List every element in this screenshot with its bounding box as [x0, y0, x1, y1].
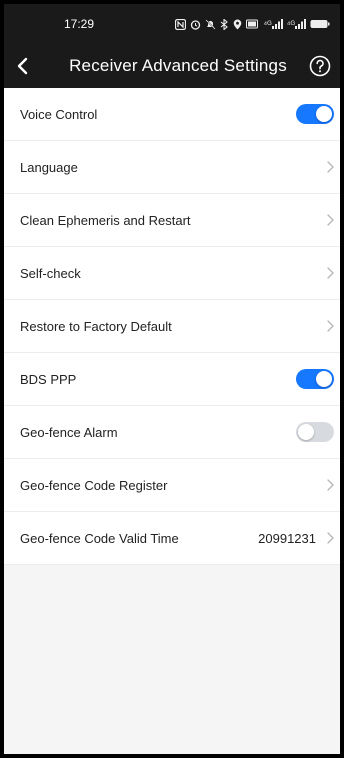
- screen: 17:29 ⁴ᴳ ⁴ᴳ Receiver Advanced Settings V…: [4, 4, 340, 754]
- signal-icon: ⁴ᴳ: [263, 19, 283, 29]
- setting-row[interactable]: Geo-fence Alarm: [4, 406, 340, 459]
- nfc-icon: [175, 18, 187, 30]
- toggle-switch[interactable]: [296, 104, 334, 124]
- page-title: Receiver Advanced Settings: [69, 56, 287, 75]
- chevron-right-icon: [320, 161, 340, 173]
- chevron-right-icon: [320, 320, 340, 332]
- help-button[interactable]: [306, 52, 334, 80]
- setting-label: Geo-fence Code Valid Time: [20, 530, 179, 546]
- setting-row[interactable]: Self-check: [4, 247, 340, 300]
- signal-label: ⁴ᴳ: [263, 19, 272, 29]
- setting-label: Voice Control: [20, 106, 98, 122]
- status-bar: 17:29 ⁴ᴳ ⁴ᴳ: [4, 4, 340, 44]
- location-icon: [233, 19, 242, 30]
- chevron-right-icon: [320, 214, 340, 226]
- setting-label: Geo-fence Alarm: [20, 424, 118, 440]
- setting-row[interactable]: Clean Ephemeris and Restart: [4, 194, 340, 247]
- battery-saver-icon: [246, 19, 259, 29]
- setting-row[interactable]: Voice Control: [4, 88, 340, 141]
- status-icons: ⁴ᴳ ⁴ᴳ: [134, 18, 330, 30]
- setting-row[interactable]: Geo-fence Code Valid Time 20991231: [4, 512, 340, 565]
- signal-icon: ⁴ᴳ: [287, 19, 306, 29]
- chevron-left-icon: [17, 57, 28, 75]
- status-time: 17:29: [64, 17, 95, 31]
- setting-row[interactable]: Language: [4, 141, 340, 194]
- setting-row[interactable]: BDS PPP: [4, 353, 340, 406]
- setting-label: Geo-fence Code Register: [20, 477, 168, 493]
- setting-row[interactable]: Geo-fence Code Register: [4, 459, 340, 512]
- toggle-knob: [316, 371, 332, 387]
- setting-label: Clean Ephemeris and Restart: [20, 212, 191, 228]
- chevron-right-icon: [320, 267, 340, 279]
- setting-label: Restore to Factory Default: [20, 318, 172, 334]
- setting-label: Language: [20, 159, 78, 175]
- back-button[interactable]: [16, 52, 44, 80]
- chevron-right-icon: [320, 479, 340, 491]
- mute-icon: [205, 19, 216, 30]
- signal-label: ⁴ᴳ: [286, 19, 295, 29]
- settings-list: Voice Control Language Clean Ephemeris and…: [4, 88, 340, 565]
- setting-value: 20991231: [258, 530, 316, 546]
- help-circle-icon: [309, 55, 331, 77]
- chevron-right-icon: [320, 532, 340, 544]
- toggle-switch[interactable]: [296, 422, 334, 442]
- bluetooth-icon: [220, 18, 229, 30]
- toggle-knob: [298, 424, 314, 440]
- toggle-knob: [316, 106, 332, 122]
- alarm-icon: [190, 19, 201, 30]
- setting-row[interactable]: Restore to Factory Default: [4, 300, 340, 353]
- toggle-switch[interactable]: [296, 369, 334, 389]
- app-bar: Receiver Advanced Settings: [4, 44, 340, 88]
- battery-icon: [310, 19, 330, 29]
- setting-label: BDS PPP: [20, 371, 77, 387]
- setting-label: Self-check: [20, 265, 81, 281]
